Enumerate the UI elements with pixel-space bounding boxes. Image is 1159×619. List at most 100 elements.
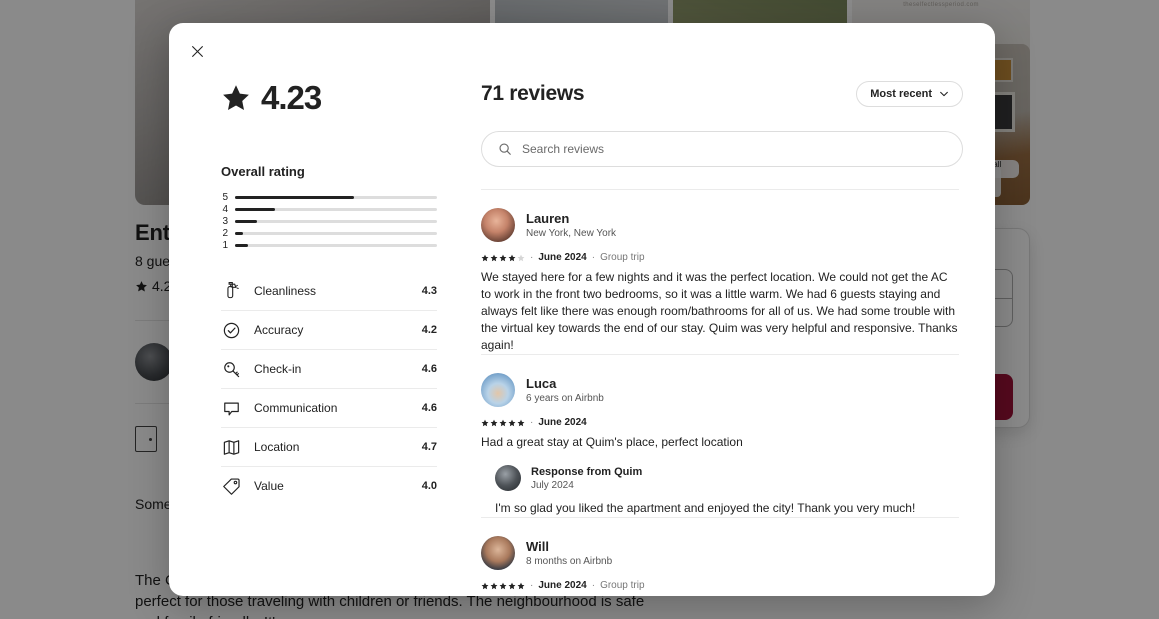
star-icon xyxy=(490,254,498,261)
rating-bar-fill xyxy=(235,195,355,199)
review-author-name: Luca xyxy=(526,376,557,391)
page-root: theselfectlessperiod.com Show all photos… xyxy=(0,0,1159,619)
rating-bar-label: 2 xyxy=(222,227,228,239)
rating-distribution: 54321 xyxy=(221,191,437,251)
star-icon xyxy=(499,582,507,589)
close-icon[interactable] xyxy=(185,39,209,63)
location-icon xyxy=(221,437,241,457)
star-icon xyxy=(481,582,489,589)
reviews-header: 71 reviews Most recent xyxy=(481,81,963,107)
host-response-date: July 2024 xyxy=(531,479,574,491)
review-author-meta: 6 years on Airbnb xyxy=(526,393,604,404)
star-icon xyxy=(490,582,498,589)
category-rating-label: Communication xyxy=(254,401,338,415)
review-author[interactable]: Lauren New York, New York xyxy=(481,208,959,242)
rating-bar-row: 2 xyxy=(221,227,437,239)
category-rating-row: Accuracy 4.2 xyxy=(221,310,437,349)
star-icon xyxy=(481,419,489,426)
sort-dropdown[interactable]: Most recent xyxy=(856,81,963,107)
search-icon xyxy=(499,143,511,155)
rating-bar-label: 3 xyxy=(222,215,228,227)
category-rating-value: 4.7 xyxy=(421,441,437,453)
star-icon xyxy=(490,419,498,426)
star-icon xyxy=(499,419,507,426)
category-rating-label: Value xyxy=(254,479,284,493)
review-item: Will 8 months on Airbnb · June 2024 · Group t… xyxy=(481,517,959,596)
modal-topbar xyxy=(169,23,995,73)
star-icon xyxy=(223,85,249,110)
star-icon xyxy=(517,582,525,589)
category-rating-label: Check-in xyxy=(254,362,302,376)
category-rating-value: 4.6 xyxy=(421,363,437,375)
value-icon xyxy=(221,476,241,496)
host-response-name: Response from Quim xyxy=(531,465,643,478)
category-rating-row: Location 4.7 xyxy=(221,427,437,466)
review-date: June 2024 xyxy=(538,252,587,263)
star-rating xyxy=(481,254,525,262)
rating-bar-track xyxy=(235,231,437,235)
review-author-meta: New York, New York xyxy=(526,228,617,239)
category-rating-value: 4.2 xyxy=(421,324,437,336)
rating-bar-label: 1 xyxy=(222,239,228,251)
avatar xyxy=(481,536,515,570)
category-rating-row: Communication 4.6 xyxy=(221,388,437,427)
rating-bar-row: 3 xyxy=(221,215,437,227)
star-icon xyxy=(517,419,525,426)
overall-score: 4.23 xyxy=(221,79,437,117)
host-response-text: I'm so glad you liked the apartment and … xyxy=(495,501,916,515)
rating-bar-fill xyxy=(235,231,244,235)
overall-rating-label: Overall rating xyxy=(221,164,305,179)
reviews-count: 71 reviews xyxy=(481,82,585,105)
modal-body: 4.23 Overall rating 54321 Cleanliness 4.3… xyxy=(169,73,995,596)
review-item: Luca 6 years on Airbnb · June 2024 Had a gre… xyxy=(481,354,959,517)
rating-bar-track xyxy=(235,243,437,247)
review-item: Lauren New York, New York · June 2024 · Group… xyxy=(481,189,959,354)
rating-bar-label: 4 xyxy=(222,203,228,215)
rating-bar-fill xyxy=(235,243,249,247)
reviews-panel: 71 reviews Most recent Lauren xyxy=(469,73,995,596)
review-meta-line: · June 2024 · Group trip xyxy=(481,252,959,263)
star-rating xyxy=(481,419,525,427)
review-date: June 2024 xyxy=(538,417,587,428)
review-author-name: Lauren xyxy=(526,211,570,226)
category-ratings-list: Cleanliness 4.3 Accuracy 4.2 Check-in 4.6 Comm… xyxy=(221,271,437,505)
cleanliness-icon xyxy=(221,281,241,301)
separator-dot: · xyxy=(530,580,534,591)
rating-bar-row: 4 xyxy=(221,203,437,215)
separator-dot: · xyxy=(530,417,534,428)
rating-bar-track xyxy=(235,195,437,199)
star-icon xyxy=(499,254,507,261)
category-rating-label: Cleanliness xyxy=(254,283,317,298)
separator-dot: · xyxy=(591,252,596,263)
separator-dot: · xyxy=(591,580,596,591)
host-response-author: Response from Quim July 2024 xyxy=(495,465,959,491)
rating-bar-label: 5 xyxy=(222,191,228,203)
close-x-glyph xyxy=(191,45,203,57)
star-icon xyxy=(517,254,525,261)
accuracy-icon xyxy=(221,320,241,340)
chevron-down-icon xyxy=(940,91,948,97)
category-rating-label: Location xyxy=(254,440,300,454)
review-author-meta: 8 months on Airbnb xyxy=(526,556,613,567)
category-rating-label: Accuracy xyxy=(254,323,304,337)
search-input[interactable] xyxy=(481,131,963,167)
search-reviews xyxy=(481,131,963,167)
rating-bar-fill xyxy=(235,219,258,223)
host-response: Response from Quim July 2024 I'm so glad y… xyxy=(481,465,959,517)
separator-dot: · xyxy=(530,252,534,263)
category-rating-row: Value 4.0 xyxy=(221,466,437,505)
ratings-panel: 4.23 Overall rating 54321 Cleanliness 4.3… xyxy=(169,73,469,596)
rating-bar-row: 1 xyxy=(221,239,437,251)
avatar xyxy=(481,208,515,242)
review-author[interactable]: Luca 6 years on Airbnb xyxy=(481,373,959,407)
star-icon xyxy=(508,582,516,589)
category-rating-value: 4.3 xyxy=(421,284,437,297)
star-icon xyxy=(481,254,489,261)
review-author-name: Will xyxy=(526,539,549,554)
review-date: June 2024 xyxy=(538,580,587,591)
review-author[interactable]: Will 8 months on Airbnb xyxy=(481,536,959,570)
review-text: We stayed here for a few nights and it w… xyxy=(481,270,958,352)
review-text: Had a great stay at Quim's place, perfec… xyxy=(481,435,743,449)
star-rating xyxy=(481,582,525,590)
reviews-list[interactable]: Lauren New York, New York · June 2024 · Group… xyxy=(481,189,963,596)
